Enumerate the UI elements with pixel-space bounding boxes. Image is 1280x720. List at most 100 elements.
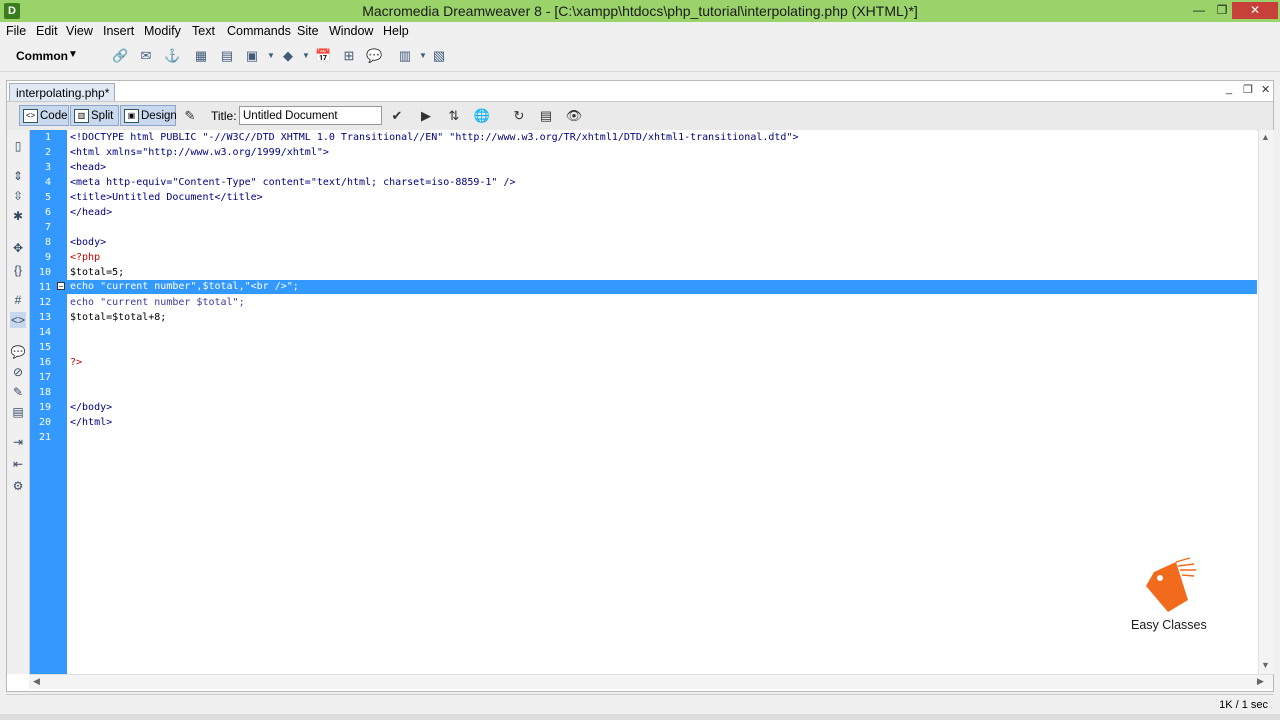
vertical-scrollbar[interactable]: ▲ ▼ (1258, 130, 1274, 674)
insert-category-label[interactable]: Common (16, 49, 68, 63)
scroll-right-icon[interactable]: ▶ (1257, 676, 1264, 687)
code-line[interactable]: </head> (70, 205, 112, 220)
code-line[interactable]: $total=5; (70, 265, 124, 280)
format-source-code-icon[interactable]: ⚙ (10, 478, 26, 494)
menu-view[interactable]: View (66, 24, 93, 38)
status-bar: 1K / 1 sec (6, 694, 1274, 714)
validate-markup-icon[interactable]: ▶ (417, 108, 435, 124)
easy-classes-logo-icon (1146, 557, 1196, 612)
doc-close-button[interactable]: ✕ (1261, 83, 1270, 96)
code-line[interactable]: </body> (70, 400, 112, 415)
minimize-button[interactable]: — (1186, 2, 1212, 19)
code-line[interactable]: <body> (70, 235, 106, 250)
code-line[interactable]: <meta http-equiv="Content-Type" content=… (70, 175, 516, 190)
code-line[interactable]: $total=$total+8; (70, 310, 166, 325)
tag-chooser-icon[interactable]: ▧ (431, 48, 447, 64)
expand-all-icon[interactable]: ✱ (10, 208, 26, 224)
layer-icon[interactable]: ▤ (219, 48, 235, 64)
preview-in-browser-icon[interactable]: 🌐 (473, 108, 491, 124)
code-line[interactable]: <!DOCTYPE html PUBLIC "-//W3C//DTD XHTML… (70, 130, 798, 145)
email-link-icon[interactable]: ✉ (138, 48, 154, 64)
menu-text[interactable]: Text (192, 24, 215, 38)
code-line[interactable]: <?php (70, 250, 100, 265)
chevron-down-icon[interactable]: ▼ (263, 48, 279, 64)
code-collapse-icon[interactable]: − (57, 282, 65, 291)
collapse-full-tag-icon[interactable]: ⇕ (10, 168, 26, 184)
image-icon[interactable]: ▣ (244, 48, 260, 64)
menu-edit[interactable]: Edit (36, 24, 58, 38)
close-button[interactable]: ✕ (1232, 2, 1278, 19)
title-bar: D Macromedia Dreamweaver 8 - [C:\xampp\h… (0, 0, 1280, 22)
title-input[interactable] (239, 106, 382, 125)
server-side-include-icon[interactable]: ⊞ (341, 48, 357, 64)
line-number: 4 (44, 177, 51, 188)
remove-comment-icon[interactable]: ⊘ (10, 364, 26, 380)
media-icon[interactable]: ◆ (280, 48, 296, 64)
line-number: 9 (44, 252, 51, 263)
code-view-button[interactable]: <> Code (19, 105, 69, 126)
menu-window[interactable]: Window (329, 24, 373, 38)
selected-code-line[interactable]: echo "current number",$total,"<br />"; (67, 280, 1257, 294)
balance-braces-icon[interactable]: {} (10, 262, 26, 278)
doc-restore-button[interactable]: ❐ (1243, 83, 1253, 96)
line-numbers-icon[interactable]: # (10, 292, 26, 308)
line-number: 15 (38, 342, 51, 353)
document-tab[interactable]: interpolating.php* (9, 83, 115, 101)
horizontal-scrollbar[interactable]: ◀ ▶ (29, 674, 1273, 689)
no-browser-check-errors-icon[interactable]: ✔ (388, 108, 406, 124)
line-number: 5 (44, 192, 51, 203)
code-line[interactable]: <html xmlns="http://www.w3.org/1999/xhtm… (70, 145, 329, 160)
menu-file[interactable]: File (6, 24, 26, 38)
doc-minimize-button[interactable]: _ (1226, 83, 1232, 95)
title-label: Title: (211, 109, 237, 123)
wrap-tag-icon[interactable]: ✎ (10, 384, 26, 400)
menu-modify[interactable]: Modify (144, 24, 181, 38)
line-number: 6 (44, 207, 51, 218)
highlight-invalid-code-icon[interactable]: <> (10, 312, 26, 328)
date-icon[interactable]: 📅 (315, 48, 331, 64)
split-view-button[interactable]: ▥ Split (70, 105, 119, 126)
code-line[interactable]: echo "current number",$total,"<br />"; (70, 279, 299, 294)
menu-site[interactable]: Site (297, 24, 319, 38)
templates-icon[interactable]: ▥ (397, 48, 413, 64)
code-line[interactable]: <title>Untitled Document</title> (70, 190, 263, 205)
refresh-icon[interactable]: ↻ (510, 108, 528, 124)
scroll-up-icon[interactable]: ▲ (1261, 132, 1270, 142)
logo-text: Easy Classes (1131, 618, 1207, 632)
code-line[interactable]: ?> (70, 355, 82, 370)
apply-comment-icon[interactable]: 💬 (10, 344, 26, 360)
line-number: 18 (38, 387, 51, 398)
menu-insert[interactable]: Insert (103, 24, 134, 38)
live-data-icon[interactable]: ✎ (181, 108, 199, 124)
code-line[interactable]: echo "current number $total"; (70, 295, 245, 310)
recent-snippets-icon[interactable]: ▤ (10, 404, 26, 420)
code-editor[interactable]: <!DOCTYPE html PUBLIC "-//W3C//DTD XHTML… (67, 130, 1257, 674)
select-parent-tag-icon[interactable]: ✥ (10, 240, 26, 256)
chevron-down-icon[interactable]: ▼ (298, 48, 314, 64)
collapse-selection-icon[interactable]: ⇳ (10, 188, 26, 204)
outdent-code-icon[interactable]: ⇤ (10, 456, 26, 472)
design-view-button[interactable]: ▣ Design (120, 105, 177, 126)
code-line[interactable]: <head> (70, 160, 106, 175)
hyperlink-icon[interactable]: 🔗 (112, 48, 128, 64)
table-icon[interactable]: ▦ (193, 48, 209, 64)
menu-commands[interactable]: Commands (227, 24, 291, 38)
menu-help[interactable]: Help (383, 24, 409, 38)
visual-aids-icon[interactable]: 👁 (565, 108, 583, 124)
code-view-icon: <> (23, 109, 38, 123)
scroll-down-icon[interactable]: ▼ (1261, 660, 1270, 670)
document-window: interpolating.php* _ ❐ ✕ <> Code ▥ Split… (6, 80, 1274, 692)
insert-toolbar: Common ▼ 🔗 ✉ ⚓ ▦ ▤ ▣ ▼ ◆ ▼ 📅 ⊞ 💬 ▥ ▼ ▧ (0, 40, 1280, 72)
code-line[interactable]: </html> (70, 415, 112, 430)
chevron-down-icon[interactable]: ▼ (415, 48, 431, 64)
open-documents-icon[interactable]: ▯ (10, 138, 26, 154)
comment-icon[interactable]: 💬 (366, 48, 382, 64)
line-number-gutter[interactable]: 1 2 3 4 5 6 7 8 9 10 11 12 13 14 15 16 1… (30, 130, 67, 674)
scroll-left-icon[interactable]: ◀ (33, 676, 40, 687)
named-anchor-icon[interactable]: ⚓ (164, 48, 180, 64)
view-options-icon[interactable]: ▤ (537, 108, 555, 124)
file-management-icon[interactable]: ⇅ (445, 108, 463, 124)
indent-code-icon[interactable]: ⇥ (10, 434, 26, 450)
maximize-button[interactable]: ❐ (1212, 2, 1232, 19)
chevron-down-icon[interactable]: ▼ (68, 49, 78, 60)
